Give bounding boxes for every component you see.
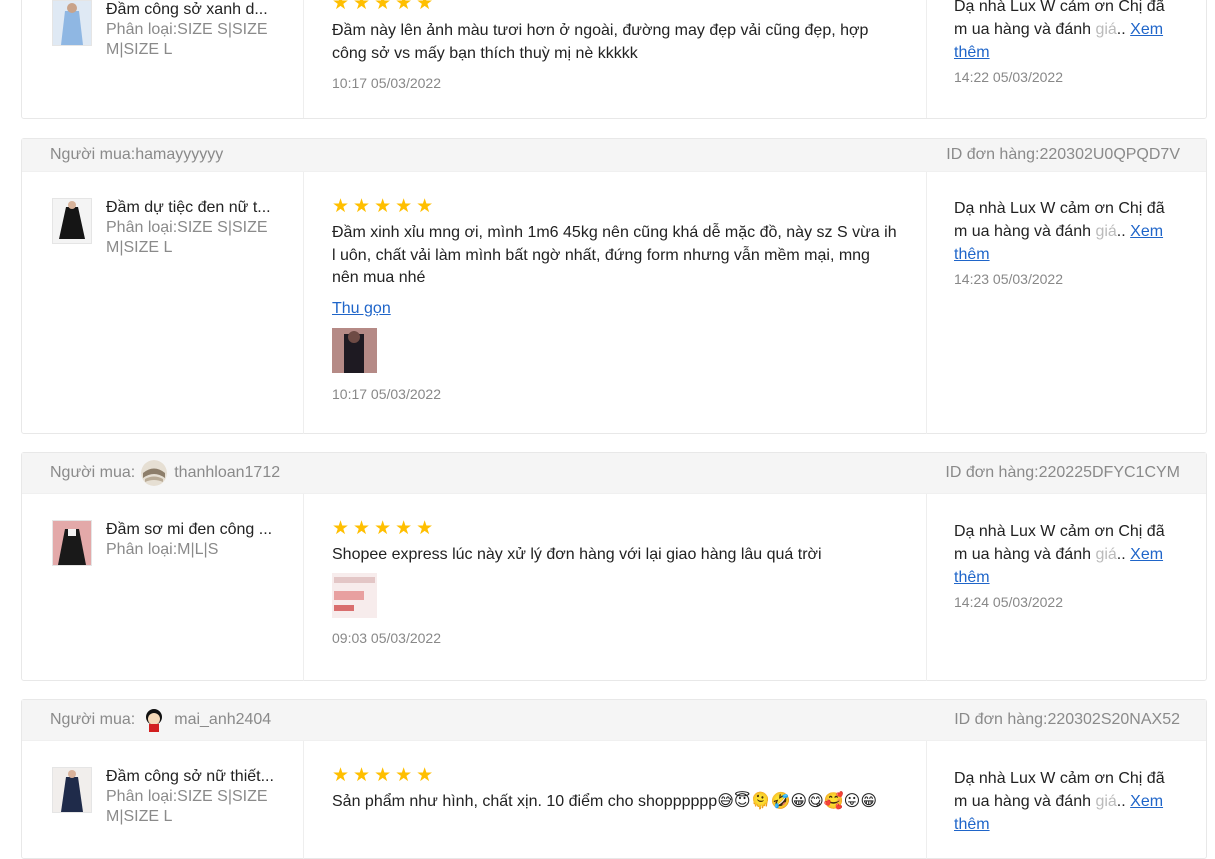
reply-cell: Dạ nhà Lux W cảm ơn Chị đã m ua hàng và … [927, 494, 1206, 681]
product-variation: Phân loại:SIZE S|SIZE M|SIZE L [106, 788, 268, 825]
reply-cell: Dạ nhà Lux W cảm ơn Chị đã m ua hàng và … [927, 0, 1206, 118]
card-header: Người mua: mai_anh2404 ID đơn hàng:22030… [22, 700, 1206, 741]
product-variation: Phân loại:M|L|S [106, 541, 219, 558]
review-card: Đầm công sở xanh d... Phân loại:SIZE S|S… [21, 0, 1207, 119]
review-time: 10:17 05/03/2022 [332, 385, 441, 402]
product-cell: Đầm công sở xanh d... Phân loại:SIZE S|S… [22, 0, 304, 118]
order-id[interactable]: ID đơn hàng:220225DFYC1CYM [945, 464, 1180, 482]
buyer-label: Người mua: [50, 711, 136, 728]
review-cell: ★★★★★ Đầm xinh xỉu mng ơi, mình 1m6 45kg… [304, 172, 927, 434]
reply-text: Dạ nhà Lux W cảm ơn Chị đã m ua hàng và … [954, 0, 1165, 61]
buyer-username[interactable]: hamayyyyyy [135, 146, 223, 164]
buyer-info: Người mua: thanhloan1712 [50, 460, 280, 486]
product-name[interactable]: Đầm công sở nữ thiết... [106, 767, 276, 787]
avatar[interactable] [141, 460, 168, 486]
review-time: 09:03 05/03/2022 [332, 629, 441, 646]
review-photo[interactable] [332, 572, 377, 618]
product-cell: Đầm sơ mi đen công ... Phân loại:M|L|S [22, 494, 304, 681]
reply-text: Dạ nhà Lux W cảm ơn Chị đã m ua hàng và … [954, 770, 1165, 833]
buyer-info: Người mua: mai_anh2404 [50, 707, 271, 733]
review-card: Người mua: hamayyyyyy ID đơn hàng:220302… [21, 138, 1207, 434]
product-name[interactable]: Đầm công sở xanh d... [106, 0, 276, 20]
buyer-label: Người mua: [50, 146, 136, 163]
buyer-label: Người mua: [50, 464, 136, 481]
reply-cell: Dạ nhà Lux W cảm ơn Chị đã m ua hàng và … [927, 172, 1206, 434]
review-text: Sản phẩm như hình, chất xịn. 10 điểm cho… [332, 793, 878, 810]
buyer-username[interactable]: mai_anh2404 [174, 711, 271, 729]
product-thumbnail[interactable] [52, 0, 92, 46]
reply-text: Dạ nhà Lux W cảm ơn Chị đã m ua hàng và … [954, 200, 1165, 263]
review-text: Đầm này lên ảnh màu tươi hơn ở ngoài, đư… [332, 22, 869, 62]
review-photo[interactable] [332, 327, 377, 373]
order-id[interactable]: ID đơn hàng:220302U0QPQD7V [946, 146, 1180, 164]
star-rating: ★★★★★ [332, 518, 438, 539]
product-thumbnail[interactable] [52, 198, 92, 244]
reply-time: 14:23 05/03/2022 [954, 271, 1063, 287]
order-id[interactable]: ID đơn hàng:220302S20NAX52 [954, 711, 1180, 729]
product-thumbnail[interactable] [52, 767, 92, 813]
product-cell: Đầm dự tiệc đen nữ t... Phân loại:SIZE S… [22, 172, 304, 434]
star-rating: ★★★★★ [332, 0, 438, 14]
product-variation: Phân loại:SIZE S|SIZE M|SIZE L [106, 219, 268, 256]
review-text: Đầm xinh xỉu mng ơi, mình 1m6 45kg nên c… [332, 224, 897, 286]
reply-time: 14:22 05/03/2022 [954, 69, 1063, 85]
collapse-link[interactable]: Thu gọn [332, 300, 391, 318]
review-cell: ★★★★★ Shopee express lúc này xử lý đơn h… [304, 494, 927, 681]
review-time: 10:17 05/03/2022 [332, 75, 441, 91]
avatar[interactable] [141, 707, 167, 733]
reply-cell: Dạ nhà Lux W cảm ơn Chị đã m ua hàng và … [927, 741, 1206, 859]
card-header: Người mua: hamayyyyyy ID đơn hàng:220302… [22, 139, 1206, 172]
product-variation: Phân loại:SIZE S|SIZE M|SIZE L [106, 21, 268, 58]
review-cell: ★★★★★ Đầm này lên ảnh màu tươi hơn ở ngo… [304, 0, 927, 118]
product-name[interactable]: Đầm dự tiệc đen nữ t... [106, 198, 276, 218]
buyer-info: Người mua: hamayyyyyy [50, 146, 223, 164]
product-thumbnail[interactable] [52, 520, 92, 566]
review-card: Người mua: thanhloan1712 ID đơn hàng:220… [21, 452, 1207, 681]
review-text: Shopee express lúc này xử lý đơn hàng vớ… [332, 546, 822, 563]
card-header: Người mua: thanhloan1712 ID đơn hàng:220… [22, 453, 1206, 494]
star-rating: ★★★★★ [332, 765, 438, 786]
star-rating: ★★★★★ [332, 196, 438, 217]
buyer-username[interactable]: thanhloan1712 [174, 464, 280, 482]
product-name[interactable]: Đầm sơ mi đen công ... [106, 520, 276, 540]
product-cell: Đầm công sở nữ thiết... Phân loại:SIZE S… [22, 741, 304, 859]
review-card: Người mua: mai_anh2404 ID đơn hàng:22030… [21, 699, 1207, 859]
reply-time: 14:24 05/03/2022 [954, 594, 1063, 610]
review-cell: ★★★★★ Sản phẩm như hình, chất xịn. 10 đi… [304, 741, 927, 859]
reply-text: Dạ nhà Lux W cảm ơn Chị đã m ua hàng và … [954, 523, 1165, 586]
